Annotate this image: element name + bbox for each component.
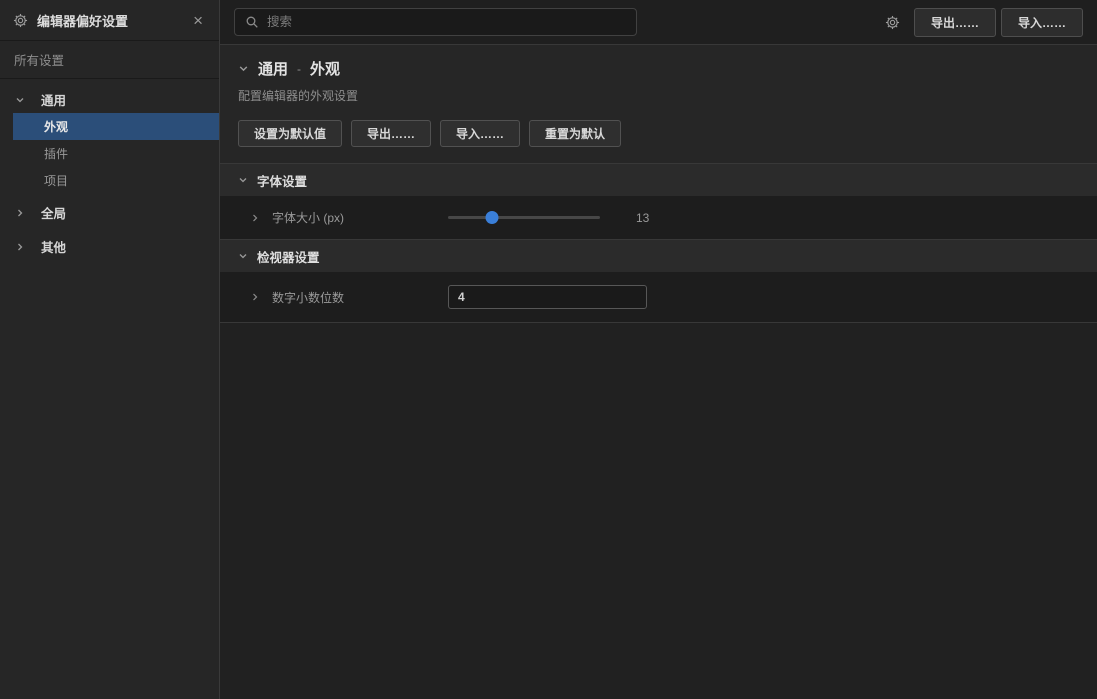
dialog-title: 编辑器偏好设置: [37, 11, 189, 30]
breadcrumb-separator: -: [297, 62, 301, 76]
sidebar-item-label: 外观: [44, 118, 68, 135]
font-size-label: 字体大小 (px): [272, 209, 344, 226]
sidebar-item-appearance[interactable]: 外观: [13, 113, 219, 140]
chevron-down-icon: [238, 251, 248, 261]
font-size-slider[interactable]: [448, 210, 600, 225]
chevron-right-icon: [250, 292, 260, 302]
font-size-slider-thumb[interactable]: [486, 211, 499, 224]
chevron-right-icon: [250, 213, 260, 223]
sidebar-group-other[interactable]: 其他: [0, 233, 219, 260]
setting-row-decimal-places: 数字小数位数: [220, 272, 1097, 322]
search-input[interactable]: [267, 15, 626, 29]
breadcrumb-page: 外观: [310, 58, 340, 79]
sidebar-item-project[interactable]: 项目: [0, 167, 219, 194]
section-header-inspector-settings[interactable]: 检视器设置: [220, 239, 1097, 272]
page-header: 通用 - 外观 配置编辑器的外观设置 设置为默认值 导出…… 导入…… 重置为默…: [220, 45, 1097, 163]
editor-preferences-window: 编辑器偏好设置 × 所有设置 通用 外观 插件 项目: [0, 0, 1097, 699]
dialog-header: 编辑器偏好设置 ×: [0, 0, 219, 41]
section-title: 检视器设置: [257, 247, 320, 266]
sidebar-item-plugins[interactable]: 插件: [0, 140, 219, 167]
section-title: 字体设置: [257, 171, 307, 190]
content-empty-area: [220, 322, 1097, 699]
reset-default-button[interactable]: 重置为默认: [529, 120, 621, 147]
chevron-down-icon: [238, 175, 248, 185]
sidebar-group-general[interactable]: 通用: [0, 86, 219, 113]
close-icon[interactable]: ×: [189, 10, 207, 31]
font-size-value: 13: [636, 211, 649, 225]
section-header-font-settings[interactable]: 字体设置: [220, 163, 1097, 196]
search-icon: [245, 15, 259, 29]
sidebar-item-all-settings[interactable]: 所有设置: [0, 41, 219, 79]
setting-label-wrap[interactable]: 字体大小 (px): [250, 209, 448, 226]
export-settings-button[interactable]: 导出……: [351, 120, 431, 147]
settings-gear-icon: [13, 13, 28, 28]
export-button[interactable]: 导出……: [914, 8, 996, 37]
set-default-button[interactable]: 设置为默认值: [238, 120, 342, 147]
page-description: 配置编辑器的外观设置: [238, 87, 1077, 104]
search-box[interactable]: [234, 8, 637, 36]
import-button[interactable]: 导入……: [1001, 8, 1083, 37]
sidebar-item-label: 插件: [44, 145, 68, 162]
setting-row-font-size: 字体大小 (px) 13: [220, 196, 1097, 239]
header-actions: 设置为默认值 导出…… 导入…… 重置为默认: [238, 120, 1077, 147]
breadcrumb: 通用 - 外观: [238, 58, 1077, 79]
main-panel: 导出…… 导入…… 通用 - 外观 配置编辑器的外观设置 设置为默认值 导出………: [220, 0, 1097, 699]
chevron-right-icon: [15, 242, 33, 252]
settings-icon[interactable]: [885, 15, 900, 30]
sidebar-group-label: 其他: [41, 237, 66, 256]
setting-label-wrap[interactable]: 数字小数位数: [250, 289, 448, 306]
decimal-places-input[interactable]: [448, 285, 647, 309]
breadcrumb-group: 通用: [258, 58, 288, 79]
sidebar: 编辑器偏好设置 × 所有设置 通用 外观 插件 项目: [0, 0, 220, 699]
sidebar-tree: 通用 外观 插件 项目 全局 其他: [0, 79, 219, 260]
font-size-slider-track[interactable]: [448, 216, 600, 219]
chevron-down-icon[interactable]: [238, 63, 249, 74]
sidebar-item-label: 项目: [44, 172, 68, 189]
topbar: 导出…… 导入……: [220, 0, 1097, 45]
sidebar-group-label: 全局: [41, 203, 66, 222]
chevron-down-icon: [15, 95, 33, 105]
sidebar-group-global[interactable]: 全局: [0, 199, 219, 226]
import-settings-button[interactable]: 导入……: [440, 120, 520, 147]
chevron-right-icon: [15, 208, 33, 218]
sidebar-group-label: 通用: [41, 90, 66, 109]
decimal-places-label: 数字小数位数: [272, 289, 344, 306]
